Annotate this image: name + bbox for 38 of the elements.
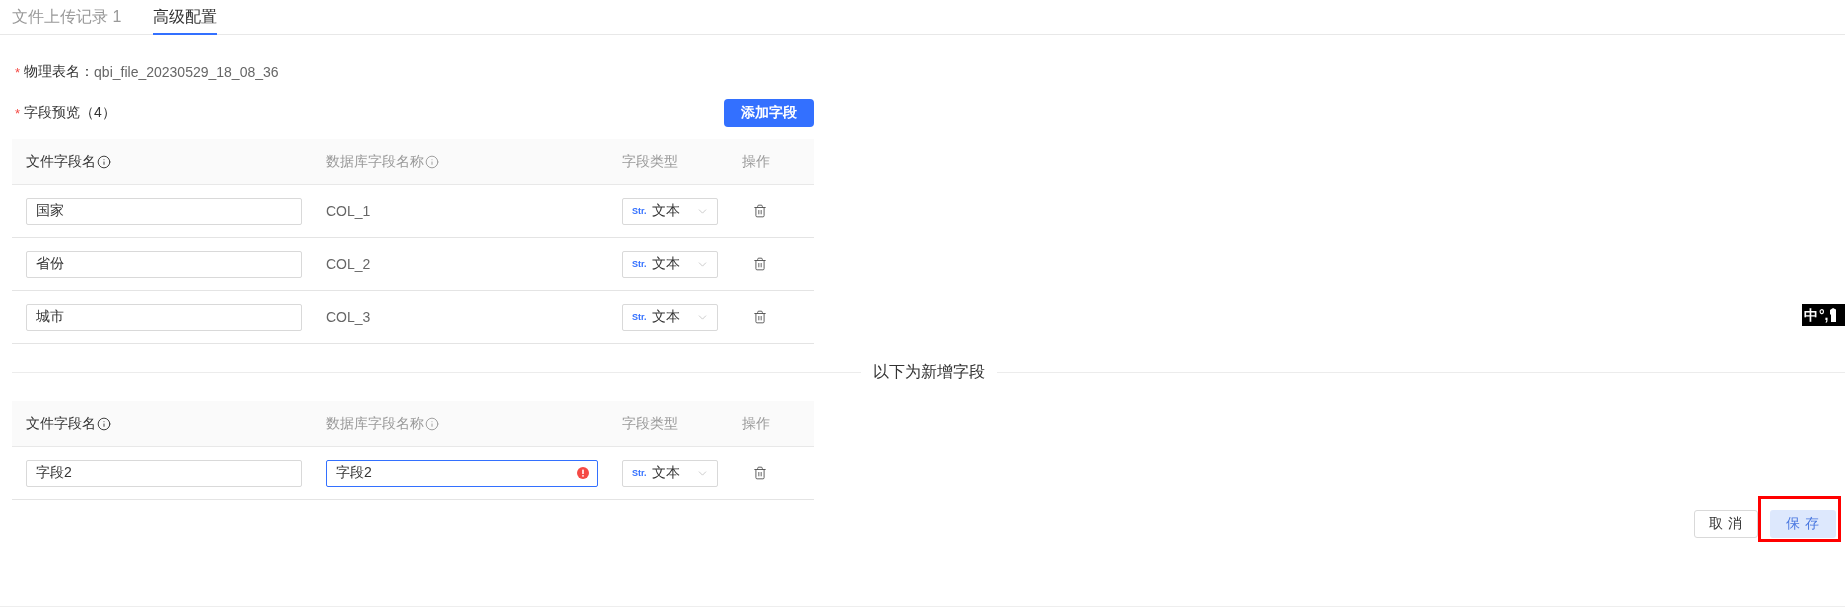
- type-select[interactable]: Str. 文本: [622, 250, 718, 278]
- trash-icon[interactable]: [753, 310, 767, 324]
- add-field-button[interactable]: 添加字段: [724, 99, 814, 127]
- info-icon[interactable]: [97, 416, 111, 431]
- column-header: 数据库字段名称: [326, 152, 424, 171]
- type-select[interactable]: Str. 文本: [622, 197, 718, 225]
- text-input[interactable]: 国家: [26, 197, 302, 225]
- column-header: 字段类型: [622, 414, 678, 433]
- type-select[interactable]: Str. 文本: [622, 303, 718, 331]
- trash-icon[interactable]: [753, 257, 767, 271]
- trash-icon[interactable]: [753, 204, 767, 218]
- type-select[interactable]: Str. 文本: [622, 459, 718, 487]
- column-header: 操作: [742, 414, 770, 433]
- table-cell: COL_2: [326, 256, 371, 272]
- column-header: 文件字段名: [26, 152, 96, 171]
- divider-label: 以下为新增字段: [871, 361, 986, 382]
- trash-icon[interactable]: [753, 466, 767, 480]
- ime-mode: 中: [1804, 308, 1818, 322]
- field-label: 物理表名：: [24, 63, 95, 79]
- required-mark: *: [15, 105, 21, 121]
- shirt-icon: [1829, 308, 1836, 322]
- text-input[interactable]: 字段2: [326, 459, 598, 487]
- column-header: 字段类型: [622, 152, 678, 171]
- text-input[interactable]: 省份: [26, 250, 302, 278]
- section-label: 字段预览（4）: [24, 104, 116, 122]
- text-input[interactable]: 城市: [26, 303, 302, 331]
- table-name-value: qbi_file_20230529_18_08_36: [94, 64, 279, 80]
- table-cell: COL_1: [326, 203, 371, 219]
- table-cell: COL_3: [326, 309, 371, 325]
- required-mark: *: [15, 64, 21, 80]
- ime-punctuation: °,: [1819, 308, 1829, 322]
- column-header: 操作: [742, 152, 770, 171]
- info-icon[interactable]: [97, 154, 111, 169]
- column-header: 文件字段名: [26, 414, 96, 433]
- text-input[interactable]: 字段2: [26, 459, 302, 487]
- cancel-button[interactable]: 取 消: [1694, 510, 1758, 538]
- tab[interactable]: 高级配置: [153, 0, 218, 35]
- column-header: 数据库字段名称: [326, 414, 424, 433]
